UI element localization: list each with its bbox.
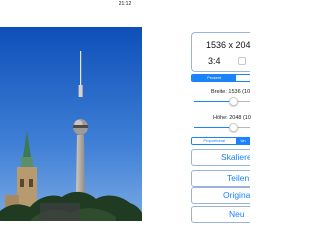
new-button[interactable]: Neu [191,206,250,223]
image-size-text: 1536 x 204 [206,40,251,50]
resize-mode-segmented-control: Prozent [191,74,250,82]
aspect-ratio-text: 3:4 [208,56,221,66]
original-button[interactable]: Original [191,187,250,204]
height-slider-thumb[interactable] [229,123,238,132]
share-button[interactable]: Teilen [191,170,250,187]
image-size-box: 1536 x 204 3:4 [191,32,251,72]
width-slider-fill [194,101,232,102]
tab-proportional[interactable]: Proportional [192,138,237,144]
height-label: Höhe: 2048 (10 [213,115,251,121]
photo-preview [0,27,142,221]
status-bar: 21:12 [0,0,250,8]
aspect-ratio-checkbox[interactable] [238,57,246,65]
tower-shaft [76,135,85,197]
tab-unproportional[interactable]: Un [236,138,250,144]
status-time: 21:12 [118,1,132,7]
scale-button[interactable]: Skalieren [191,149,250,166]
width-slider-thumb[interactable] [229,97,238,106]
width-label: Breite: 1536 (10 [211,89,251,95]
tab-percent[interactable]: Prozent [192,75,237,81]
scale-mode-segmented-control: Proportional Un [191,137,250,145]
photo-image [0,27,142,221]
height-slider-fill [194,127,232,128]
tab-pixels[interactable] [236,75,250,81]
